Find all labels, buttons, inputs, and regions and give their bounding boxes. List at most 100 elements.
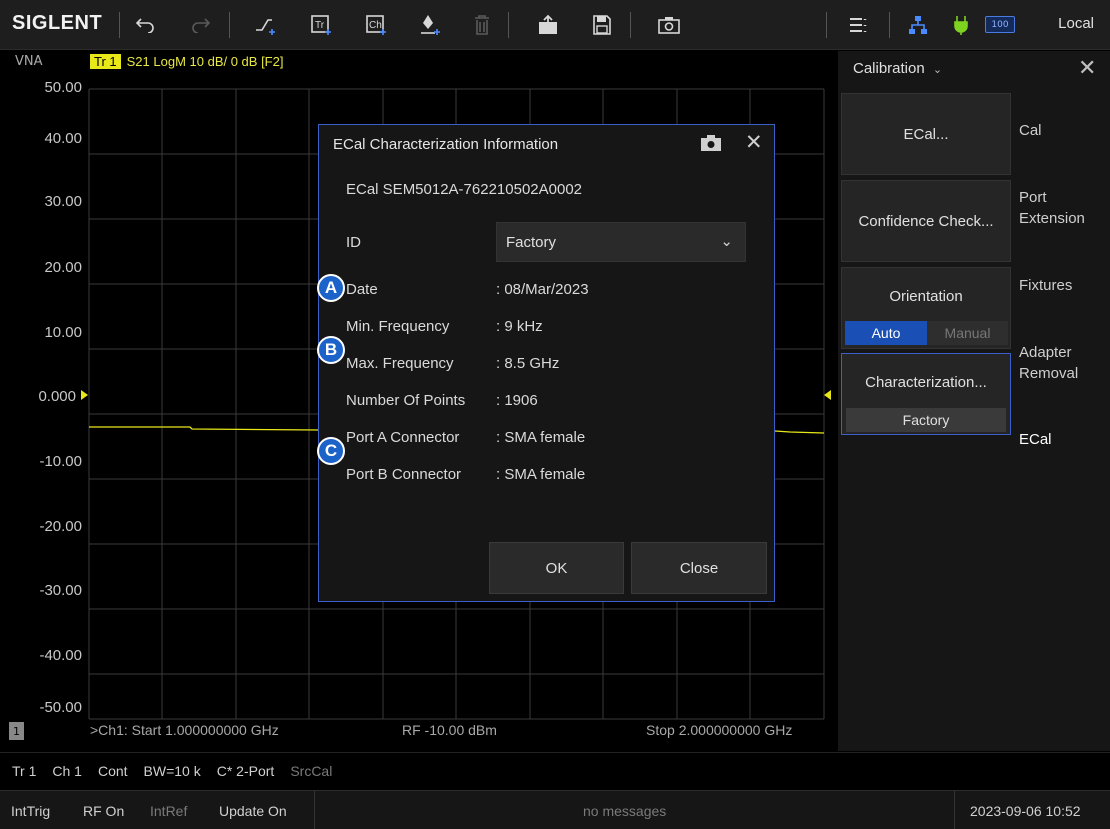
open-icon[interactable] <box>534 10 564 40</box>
chevron-down-icon: ⌄ <box>932 64 943 76</box>
port-a-connector-value: : SMA female <box>496 429 586 446</box>
max-frequency-label: Max. Frequency <box>346 355 454 372</box>
y-tick-label: 30.00 <box>44 193 82 210</box>
tab-label-line: Adapter <box>1019 344 1072 361</box>
trace-format[interactable]: S21 LogM 10 dB/ 0 dB [F2] <box>127 54 284 69</box>
tab-cal[interactable]: Cal <box>1019 120 1042 141</box>
toolbar-divider <box>889 12 890 38</box>
orientation-auto[interactable]: Auto <box>845 321 927 345</box>
y-tick-label: -40.00 <box>39 647 82 664</box>
toolbar-divider <box>826 12 827 38</box>
status-messages: no messages <box>583 803 667 819</box>
trace-icon[interactable]: Tr <box>306 10 336 40</box>
tab-fixtures[interactable]: Fixtures <box>1019 275 1072 296</box>
battery-icon: 100 <box>985 16 1015 33</box>
y-tick-label: 0.000 <box>38 388 76 405</box>
ok-button[interactable]: OK <box>489 542 624 594</box>
y-tick-label: 10.00 <box>44 324 82 341</box>
port-a-connector-label: Port A Connector <box>346 429 460 446</box>
status-ref[interactable]: IntRef <box>150 803 187 819</box>
y-tick-label: -30.00 <box>39 582 82 599</box>
ecal-button[interactable]: ECal... <box>841 93 1011 175</box>
panel-title-text: Calibration <box>853 60 925 77</box>
trace-line <box>89 426 321 431</box>
undo-icon[interactable] <box>130 10 160 40</box>
camera-icon[interactable] <box>700 134 722 156</box>
status-sweep[interactable]: Cont <box>98 763 128 779</box>
number-of-points-value: : 1906 <box>496 392 538 409</box>
source-power[interactable]: RF -10.00 dBm <box>402 722 497 738</box>
min-frequency-value: : 9 kHz <box>496 318 543 335</box>
start-frequency[interactable]: >Ch1: Start 1.000000000 GHz <box>90 722 279 738</box>
marker-icon[interactable] <box>415 10 445 40</box>
channel-status-bar: Tr 1 Ch 1 Cont BW=10 k C* 2-Port SrcCal <box>0 752 1110 788</box>
status-channel[interactable]: Ch 1 <box>52 763 82 779</box>
callout-marker-a: A <box>317 274 345 302</box>
reference-right-marker <box>824 390 831 400</box>
toolbar-divider <box>229 12 230 38</box>
max-frequency-value: : 8.5 GHz <box>496 355 560 372</box>
camera-icon[interactable] <box>654 10 684 40</box>
status-divider <box>314 791 315 829</box>
delete-icon[interactable] <box>467 10 497 40</box>
id-select-value: Factory <box>506 233 557 251</box>
panel-title[interactable]: Calibration ⌄ <box>853 60 942 77</box>
orientation-toggle[interactable]: Auto Manual <box>845 321 1008 345</box>
toolbar-divider <box>508 12 509 38</box>
orientation-manual[interactable]: Manual <box>927 321 1008 345</box>
dialog-title: ECal Characterization Information <box>333 136 559 153</box>
ecal-module-id: ECal SEM5012A-762210502A0002 <box>346 181 583 198</box>
tab-port-extension[interactable]: Port Extension <box>1019 187 1085 229</box>
callout-marker-b: B <box>317 336 345 364</box>
network-icon <box>903 10 933 40</box>
y-tick-label: 20.00 <box>44 259 82 276</box>
trace-add-icon[interactable] <box>251 10 281 40</box>
redo-icon[interactable] <box>186 10 216 40</box>
vna-screen: SIGLENT Tr Ch 100 Local VNA Tr 1 S21 Log… <box>0 0 1110 829</box>
reference-left-marker <box>81 390 88 400</box>
menu-icon[interactable] <box>843 10 873 40</box>
trace-id[interactable]: Tr 1 <box>90 54 121 69</box>
channel-icon[interactable]: Ch <box>361 10 391 40</box>
vna-label: VNA <box>15 54 43 69</box>
save-icon[interactable] <box>587 10 617 40</box>
svg-text:Tr: Tr <box>315 20 325 31</box>
y-tick-label: -20.00 <box>39 518 82 535</box>
date-value: : 08/Mar/2023 <box>496 281 589 298</box>
status-update[interactable]: Update On <box>219 803 287 819</box>
tab-adapter-removal[interactable]: Adapter Removal <box>1019 342 1078 384</box>
tab-ecal[interactable]: ECal <box>1019 429 1052 450</box>
channel-number[interactable]: 1 <box>9 722 24 740</box>
min-frequency-label: Min. Frequency <box>346 318 450 335</box>
close-icon[interactable]: ✕ <box>745 130 763 154</box>
svg-text:Ch: Ch <box>369 20 382 31</box>
tab-label-line: Port <box>1019 189 1047 206</box>
y-tick-label: 50.00 <box>44 79 82 96</box>
status-rf[interactable]: RF On <box>83 803 124 819</box>
y-tick-label: -50.00 <box>39 699 82 716</box>
callout-marker-c: C <box>317 437 345 465</box>
tab-label-line: Removal <box>1019 365 1079 382</box>
status-trace[interactable]: Tr 1 <box>12 763 36 779</box>
port-b-connector-label: Port B Connector <box>346 466 462 483</box>
y-tick-label: -10.00 <box>39 453 82 470</box>
status-datetime: 2023-09-06 10:52 <box>970 803 1081 819</box>
status-srccal[interactable]: SrcCal <box>290 763 332 779</box>
status-trigger[interactable]: IntTrig <box>11 803 50 819</box>
confidence-check-button[interactable]: Confidence Check... <box>841 180 1011 262</box>
siglent-logo: SIGLENT <box>12 12 103 34</box>
toolbar-divider <box>630 12 631 38</box>
tab-label-line: Extension <box>1019 210 1085 227</box>
close-button[interactable]: Close <box>631 542 767 594</box>
close-icon[interactable]: ✕ <box>1078 56 1096 81</box>
chevron-down-icon: ⌄ <box>720 233 733 250</box>
characterization-label: Characterization... <box>865 374 987 391</box>
power-icon <box>946 10 976 40</box>
status-bandwidth[interactable]: BW=10 k <box>144 763 201 779</box>
trace-header[interactable]: Tr 1 S21 LogM 10 dB/ 0 dB [F2] <box>90 54 283 69</box>
system-status-bar: IntTrig RF On IntRef Update On no messag… <box>0 790 1110 829</box>
status-cal-port[interactable]: C* 2-Port <box>217 763 275 779</box>
stop-frequency[interactable]: Stop 2.000000000 GHz <box>646 722 792 738</box>
local-status: Local <box>1058 15 1094 32</box>
id-select[interactable]: Factory ⌄ <box>496 222 746 262</box>
